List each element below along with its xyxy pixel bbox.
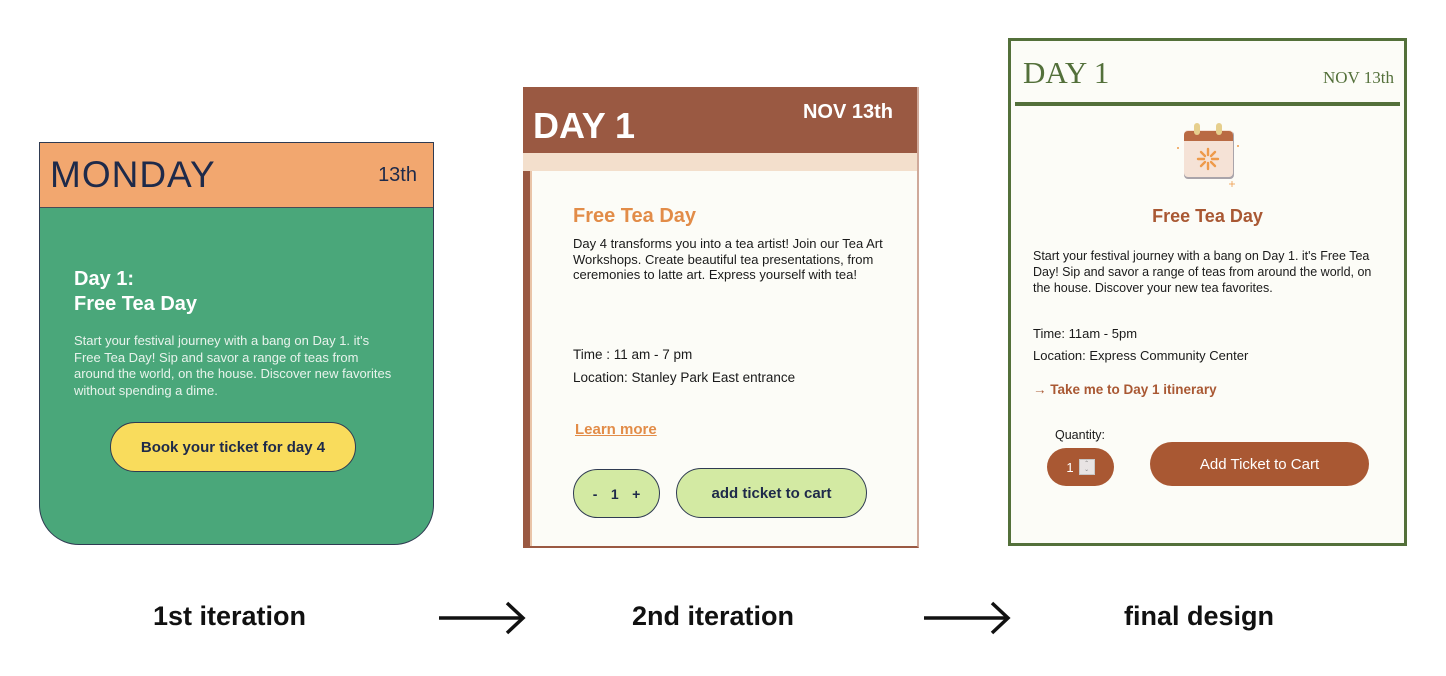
quantity-input[interactable]: 1 ⌃ ⌄ xyxy=(1047,448,1114,486)
header-date: NOV 13th xyxy=(1323,68,1394,87)
header-band xyxy=(523,153,917,171)
spinner-icon[interactable]: ⌃ ⌄ xyxy=(1078,459,1095,475)
event-time: Time: 11am - 5pm xyxy=(1033,326,1138,341)
left-accent-bar xyxy=(523,171,532,546)
header-date: NOV 13th xyxy=(802,101,893,123)
header-day: MONDAY xyxy=(50,154,216,195)
quantity-label: Quantity: xyxy=(1055,428,1106,442)
calendar-icon xyxy=(1177,123,1239,187)
event-description: Day 4 transforms you into a tea artist! … xyxy=(573,236,883,282)
decrement-button[interactable]: - xyxy=(593,486,598,502)
second-iteration-card: DAY 1 NOV 13th Free Tea Day Day 4 transf… xyxy=(523,87,919,548)
event-description: Start your festival journey with a bang … xyxy=(1033,249,1372,295)
event-meta: Time: 11am - 5pm Location: Express Commu… xyxy=(1033,323,1248,367)
add-to-cart-button[interactable]: add ticket to cart xyxy=(676,468,867,518)
event-title-line1: Day 1: xyxy=(74,268,135,290)
event-title-line2: Free Tea Day xyxy=(74,293,198,315)
book-ticket-button[interactable]: Book your ticket for day 4 xyxy=(110,422,356,472)
header-day: DAY 1 xyxy=(1023,55,1110,90)
event-location: Location: Express Community Center xyxy=(1033,348,1249,363)
first-iteration-card: MONDAY 13th Day 1: Free Tea Day Start yo… xyxy=(39,142,434,545)
card-header: MONDAY 13th xyxy=(40,143,433,208)
final-design-card: DAY 1 NOV 13th Free Tea Day Start your f… xyxy=(1008,38,1407,546)
caption-final-design: final design xyxy=(1124,601,1275,631)
event-title: Free Tea Day xyxy=(1152,206,1263,226)
event-location: Location: Stanley Park East entrance xyxy=(573,370,796,385)
arrow-right-icon xyxy=(439,601,526,635)
header-date: 13th xyxy=(378,163,417,186)
add-to-cart-button[interactable]: Add Ticket to Cart xyxy=(1150,442,1369,486)
event-title: Free Tea Day xyxy=(573,205,697,227)
event-meta: Time : 11 am - 7 pm Location: Stanley Pa… xyxy=(573,343,795,389)
event-title: Day 1: Free Tea Day xyxy=(74,267,197,317)
quantity-value: 1 xyxy=(610,485,619,502)
header-divider xyxy=(1015,102,1400,106)
card-header: DAY 1 NOV 13th xyxy=(523,87,917,153)
arrow-right-icon xyxy=(924,601,1011,635)
card-header: DAY 1 NOV 13th xyxy=(1011,41,1404,101)
itinerary-link[interactable]: → Take me to Day 1 itinerary xyxy=(1033,382,1217,397)
quantity-stepper: - 1 + xyxy=(573,469,660,518)
event-time: Time : 11 am - 7 pm xyxy=(573,347,693,362)
event-description: Start your festival journey with a bang … xyxy=(74,333,392,398)
quantity-value: 1 xyxy=(1066,459,1074,475)
caption-first-iteration: 1st iteration xyxy=(153,601,307,631)
header-day: DAY 1 xyxy=(533,105,636,146)
increment-button[interactable]: + xyxy=(632,486,640,502)
caption-second-iteration: 2nd iteration xyxy=(632,601,795,631)
learn-more-link[interactable]: Learn more xyxy=(575,421,657,438)
